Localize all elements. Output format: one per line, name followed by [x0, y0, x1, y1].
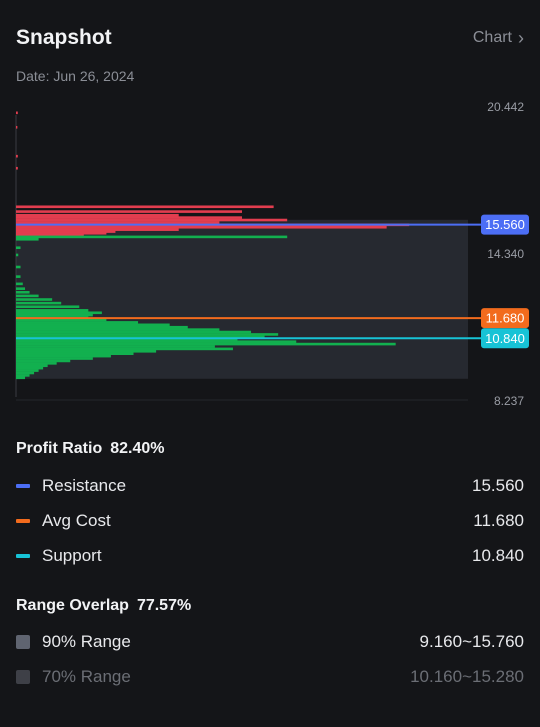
- chart-link[interactable]: Chart ›: [473, 29, 524, 47]
- loss-bar: [16, 221, 220, 224]
- range-90-toggle[interactable]: 90% Range 9.160~15.760: [16, 631, 524, 653]
- range-value: 9.160~15.760: [419, 632, 524, 651]
- loss-bar: [16, 154, 18, 158]
- profit-bar: [16, 376, 26, 380]
- resistance-tag-label: 15.560: [485, 217, 525, 232]
- profit-bar: [16, 311, 102, 315]
- profit-bar: [16, 325, 188, 329]
- profit-bar: [16, 275, 21, 278]
- profit-bar: [16, 354, 111, 358]
- loss-bar: [16, 166, 18, 170]
- profit-bar: [16, 350, 157, 353]
- profit-bar: [16, 237, 39, 241]
- loss-bar: [16, 210, 242, 213]
- profit-bar: [16, 362, 57, 365]
- profit-bar: [16, 290, 30, 294]
- support-tag-label: 10.840: [485, 331, 525, 346]
- profit-bar: [16, 287, 26, 290]
- profit-ratio-label: Profit Ratio: [16, 440, 103, 457]
- legend-resistance: Resistance 15.560: [16, 475, 524, 497]
- legend-label: Avg Cost: [42, 511, 111, 530]
- avg-cost-swatch: [16, 519, 30, 523]
- profit-bar: [16, 328, 220, 331]
- axis-tick-label: 14.340: [487, 247, 524, 261]
- profit-bar: [16, 235, 288, 239]
- profit-bar: [16, 298, 53, 301]
- profit-bar: [16, 246, 21, 250]
- chevron-right-icon: ›: [518, 28, 524, 48]
- legend-label: Resistance: [42, 476, 127, 495]
- axis-tick-label: 8.237: [494, 394, 524, 408]
- profit-bar: [16, 340, 297, 343]
- profit-bar: [16, 318, 107, 322]
- resistance-swatch: [16, 484, 30, 488]
- profit-bar: [16, 369, 39, 372]
- profit-bar: [16, 333, 279, 336]
- axis-tick-label: 20.442: [487, 100, 524, 114]
- chart-link-label: Chart: [472, 29, 512, 46]
- profit-bar: [16, 321, 139, 324]
- page-title: Snapshot: [16, 26, 112, 49]
- profit-bar: [16, 374, 30, 377]
- profit-bar: [16, 342, 396, 346]
- legend-avg-cost: Avg Cost 11.680: [16, 510, 524, 532]
- legend-label: Support: [42, 546, 102, 565]
- profit-bar: [16, 345, 215, 348]
- profit-bar: [16, 352, 134, 356]
- range-overlap: Range Overlap 77.57%: [16, 597, 191, 615]
- profit-bar: [16, 265, 21, 269]
- profit-bar: [16, 371, 35, 375]
- avg-cost-tag-label: 11.680: [486, 311, 525, 326]
- snapshot-date: Date: Jun 26, 2024: [16, 68, 135, 84]
- profit-bar: [16, 347, 233, 351]
- loss-bar: [16, 111, 18, 115]
- range-overlap-value: 77.57%: [136, 597, 192, 614]
- support-swatch: [16, 554, 30, 558]
- profit-ratio-value: 82.40%: [110, 440, 165, 457]
- loss-bar: [16, 216, 242, 219]
- range-overlap-label: Range Overlap: [16, 597, 129, 614]
- legend-value: 10.840: [472, 546, 524, 565]
- loss-bar: [16, 205, 274, 209]
- loss-bar: [16, 218, 288, 222]
- profit-bar: [16, 305, 80, 309]
- loss-bar: [16, 213, 179, 217]
- profit-bar: [16, 364, 48, 368]
- loss-bar: [16, 225, 387, 229]
- profit-bar: [16, 330, 252, 334]
- profit-bar: [16, 301, 62, 305]
- profit-bar: [16, 282, 23, 286]
- legend-value: 11.680: [473, 511, 524, 530]
- profit-bar: [16, 323, 170, 327]
- chip-distribution-chart: 15.560 11.680 10.840 20.442 14.340 8.237: [15, 100, 529, 408]
- profit-bar: [16, 357, 93, 360]
- profit-bar: [16, 253, 19, 257]
- range-value: 10.160~15.280: [410, 667, 524, 686]
- profit-bar: [16, 359, 71, 363]
- profit-bar: [16, 294, 39, 298]
- profit-ratio: Profit Ratio 82.40%: [16, 440, 164, 458]
- legend-support: Support 10.840: [16, 545, 524, 567]
- range-label: 70% Range: [42, 667, 131, 686]
- range-70-swatch: [16, 670, 30, 684]
- loss-bar: [16, 125, 18, 129]
- legend-value: 15.560: [472, 476, 524, 495]
- range-90-swatch: [16, 635, 30, 649]
- range-70-toggle[interactable]: 70% Range 10.160~15.280: [16, 666, 524, 688]
- profit-bar: [16, 366, 44, 370]
- profit-bar: [16, 313, 93, 317]
- profit-bar: [16, 309, 89, 312]
- range-label: 90% Range: [42, 632, 131, 651]
